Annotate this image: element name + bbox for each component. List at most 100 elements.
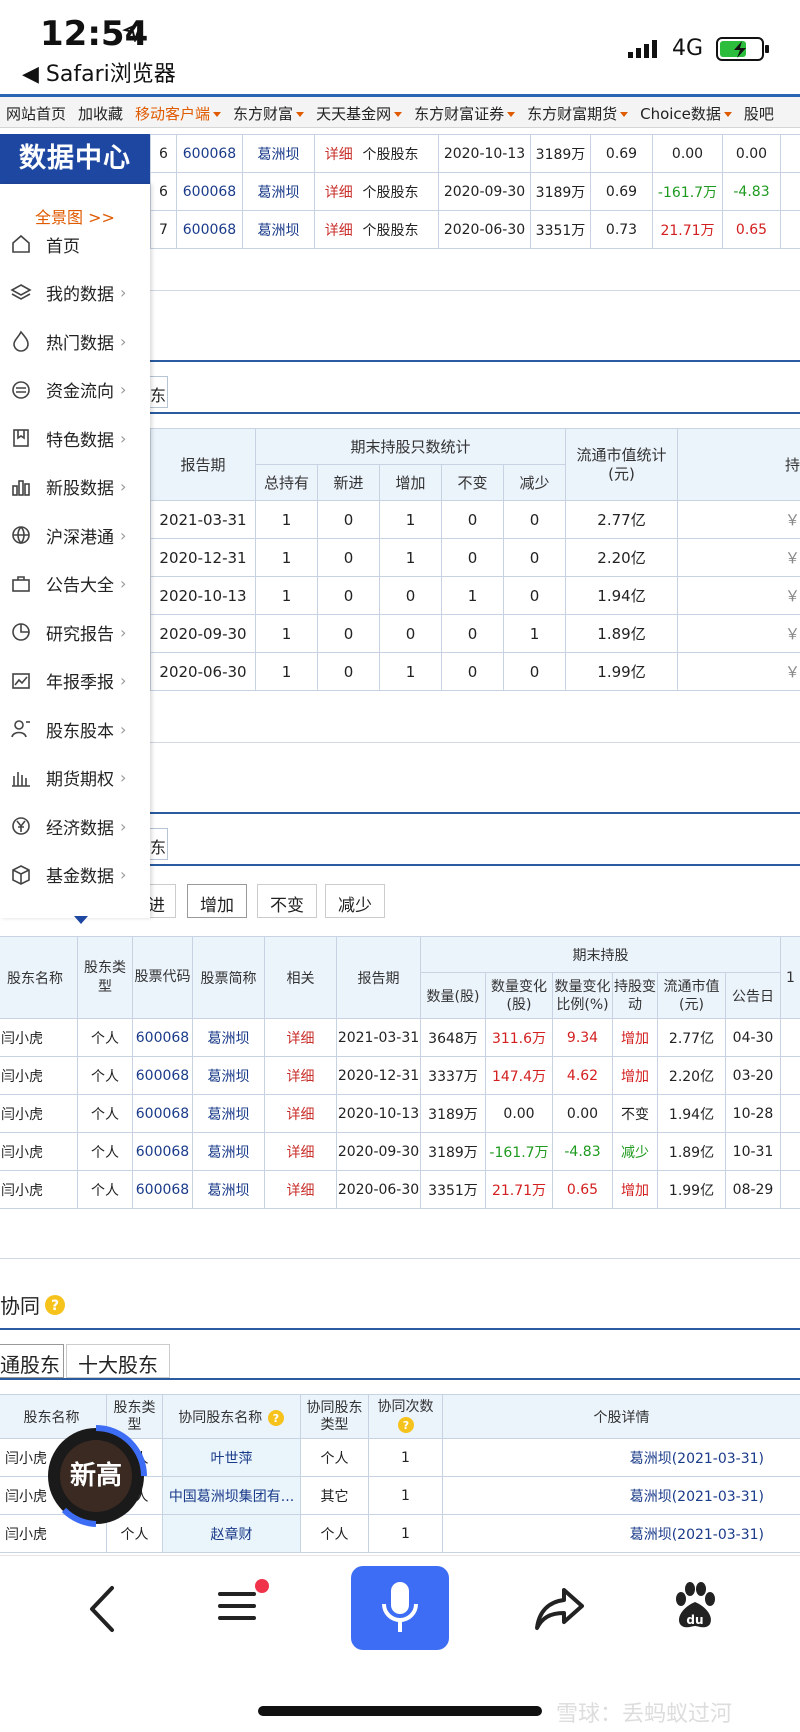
sidebar-item-capital-flow[interactable]: 资金流向 › [10,372,150,408]
sidebar-item-funds[interactable]: 基金数据 › [10,857,150,893]
filter-increase[interactable]: 增加 [187,884,247,918]
avatar-text: 新高 [70,1460,122,1491]
chevron-right-icon: › [120,719,127,739]
sidebar-item-hot-data[interactable]: 热门数据 › [10,323,150,359]
nav-guba[interactable]: 股吧 [738,97,780,127]
cell-5[interactable]: 葛洲坝(2021-03-31) [442,1438,800,1477]
sidebar-item-shareholders[interactable]: 股东股本 › [10,711,150,747]
filter-unchanged[interactable]: 不变 [257,884,317,918]
cell-0: 2020-09-30 [150,614,256,653]
svg-text:du: du [686,1613,703,1627]
cell-4[interactable]: 详细 [264,1170,337,1209]
table-row: 2020-06-30 1 0 1 0 0 1.99亿 ￥ [150,652,800,691]
cell-2[interactable]: 叶世萍 [162,1438,301,1477]
cell-4[interactable]: 详细 [264,1132,337,1171]
help-icon[interactable]: ? [397,1416,415,1434]
nav-securities[interactable]: 东方财富证券 [408,97,521,127]
filter-new[interactable]: 进 [146,884,176,918]
help-icon[interactable]: ? [267,1409,285,1427]
sidebar-item-announcements[interactable]: 公告大全 › [10,566,150,602]
cell-9: 增加 [612,1018,658,1057]
chevron-down-icon [296,112,305,117]
menu-icon[interactable] [216,1576,272,1632]
share-icon[interactable] [534,1584,586,1632]
back-icon[interactable] [86,1584,120,1634]
sidebar-item-reports[interactable]: 年报季报 › [10,663,150,699]
location-arrow-icon [122,21,143,42]
th-ann: 公告日 [725,972,781,1019]
cell-2: 0 [317,500,380,539]
baidu-icon[interactable]: du [670,1582,720,1632]
bars2-icon [10,767,32,789]
cell-5: 2020-12-31 [336,1056,421,1095]
nav-choice[interactable]: Choice数据 [634,97,738,127]
cell-5: 2020-06-30 [438,210,531,249]
filter-decrease[interactable]: 减少 [325,884,385,918]
chart-icon [10,670,32,692]
cell-6: 3351万 [420,1170,486,1209]
cell-2: 葛洲坝 [242,134,315,173]
cell-3[interactable]: 葛洲坝 [192,1018,265,1057]
cell-3[interactable]: 葛洲坝 [192,1094,265,1133]
svg-text:?: ? [273,1412,279,1425]
help-icon[interactable]: ? [44,1294,66,1316]
user-icon [10,718,32,740]
sidebar-item-futures[interactable]: 期货期权 › [10,760,150,796]
cell-4[interactable]: 详细 [264,1056,337,1095]
sidebar-item-ipo-data[interactable]: 新股数据 › [10,469,150,505]
tab-fragment-2[interactable]: 东 [150,828,168,860]
nav-futures[interactable]: 东方财富期货 [521,97,634,127]
cell-2[interactable]: 中国葛洲坝集团有... [162,1476,301,1515]
tab-fragment[interactable]: 东 [150,376,168,408]
sidebar-item-economy[interactable]: 经济数据 › [10,808,150,844]
bars-icon [10,476,32,498]
overview-link[interactable]: 全景图 >> [0,204,150,228]
cell-3[interactable]: 详细 [314,172,363,211]
cell-5[interactable]: 葛洲坝(2021-03-31) [442,1476,800,1515]
data-center-header[interactable]: 数据中心 [0,134,150,184]
sidebar-item-home[interactable]: 首页 [10,226,150,262]
cell-4[interactable]: 详细 [264,1018,337,1057]
cell-4[interactable]: 详细 [264,1094,337,1133]
cell-3[interactable]: 葛洲坝 [192,1132,265,1171]
cell-0: 闫小虎 [0,1056,78,1095]
nav-fund[interactable]: 天天基金网 [310,97,408,127]
cell-3[interactable]: 详细 [314,210,363,249]
cell-2[interactable]: 600068 [132,1018,193,1057]
nav-home[interactable]: 网站首页 [0,97,72,127]
cell-2[interactable]: 600068 [132,1056,193,1095]
cell-edge [780,1170,800,1209]
cell-9: 增加 [612,1170,658,1209]
back-to-app-link[interactable]: ◀ Safari浏览器 [22,56,176,88]
nav-eastmoney[interactable]: 东方财富 [227,97,310,127]
cell-2[interactable]: 600068 [132,1094,193,1133]
cell-10: 1.89亿 [657,1132,726,1171]
cell-3[interactable]: 葛洲坝 [192,1170,265,1209]
floating-avatar[interactable]: 新高 [44,1424,148,1528]
cell-7: -161.7万 [485,1132,553,1171]
cell-7: 0.73 [590,210,653,249]
nav-mobile[interactable]: 移动客户端 [129,97,227,127]
sidebar-item-research[interactable]: 研究报告 › [10,614,150,650]
cell-3[interactable]: 详细 [314,134,363,173]
sidebar-item-my-data[interactable]: 我的数据 › [10,275,150,311]
tab-common-shareholders[interactable]: 通股东 [0,1344,64,1378]
cell-1: 600068 [176,210,243,249]
cell-5[interactable]: 葛洲坝(2021-03-31) [442,1514,800,1553]
sidebar-item-feature-data[interactable]: 特色数据 › [10,420,150,456]
cell-2[interactable]: 600068 [132,1132,193,1171]
top-nav: 网站首页 加收藏 移动客户端 东方财富 天天基金网 东方财富证券 东方财富期货 … [0,94,800,128]
chevron-right-icon: › [120,768,127,787]
table-row: 2021-03-31 1 0 1 0 0 2.77亿 ￥ [150,500,800,539]
cell-3[interactable]: 葛洲坝 [192,1056,265,1095]
nav-favorite[interactable]: 加收藏 [72,97,129,127]
cell-2[interactable]: 赵章财 [162,1514,301,1553]
th-name: 股东名称 [0,936,78,1019]
cell-3: 0 [379,576,442,615]
briefcase-icon [10,573,32,595]
th-co-type: 协同股东类型 [300,1394,369,1439]
cell-2[interactable]: 600068 [132,1170,193,1209]
cell-edge [780,134,800,173]
sidebar-item-hk-connect[interactable]: 沪深港通 › [10,517,150,553]
tab-top-ten[interactable]: 十大股东 [66,1344,170,1378]
